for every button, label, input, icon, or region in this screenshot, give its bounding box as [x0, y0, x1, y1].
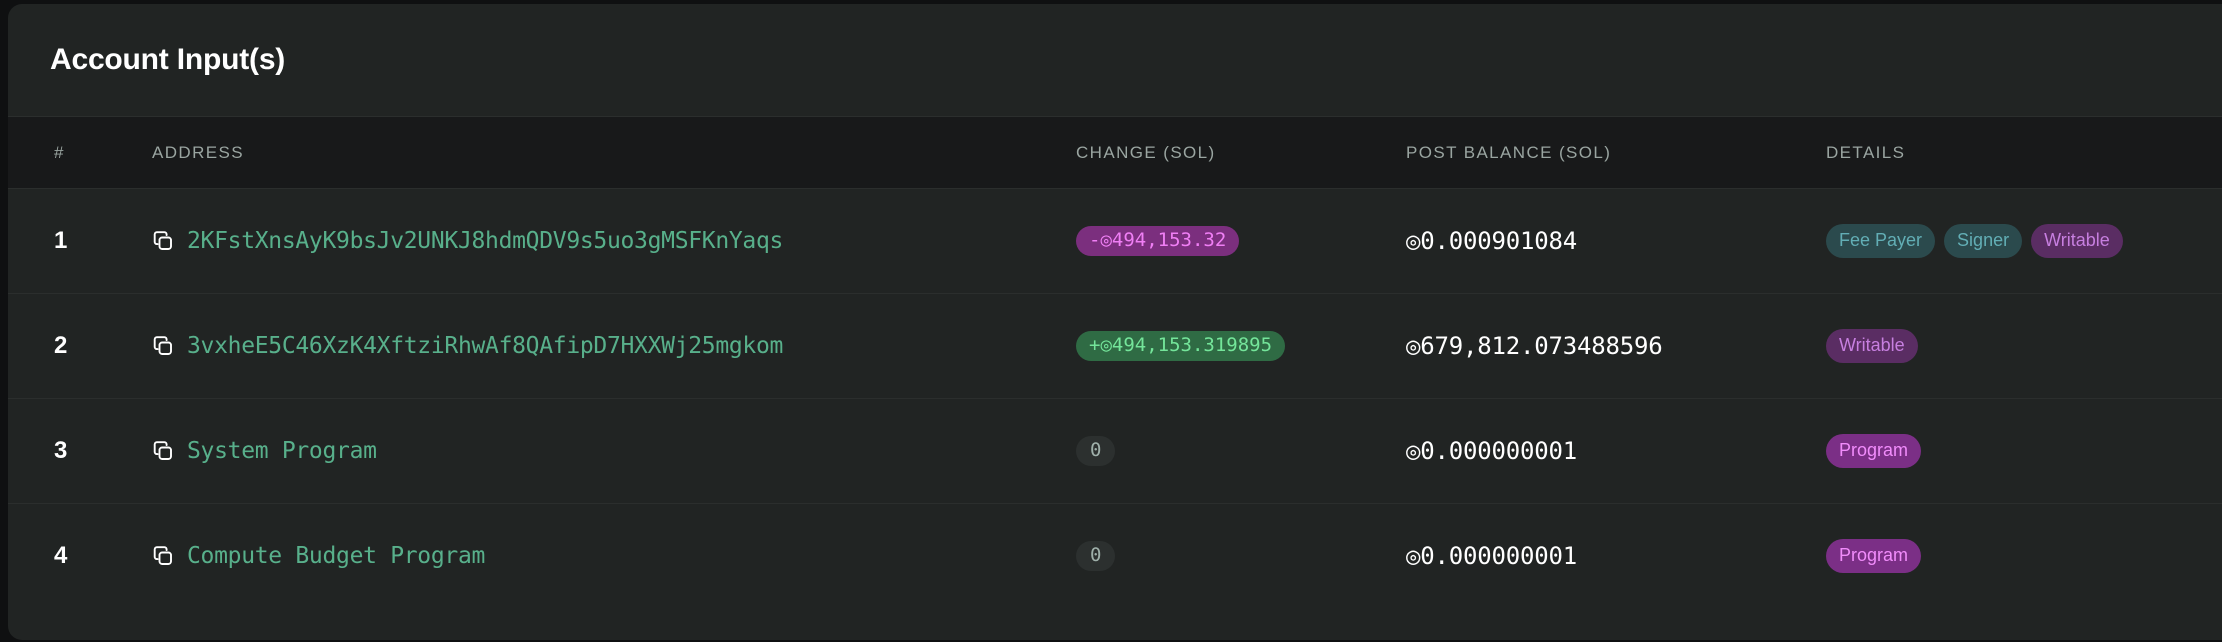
- details-wrapper: Program: [1826, 434, 2222, 468]
- details-wrapper: Program: [1826, 539, 2222, 574]
- change-badge: 0: [1076, 541, 1116, 572]
- post-balance-cell: ◎0.000901084: [1406, 189, 1826, 294]
- details-cell: Program: [1826, 399, 2222, 504]
- page-title: Account Input(s): [50, 43, 286, 76]
- post-balance-value: ◎679,812.073488596: [1406, 332, 1663, 360]
- change-badge: 0: [1076, 436, 1116, 466]
- status-badge: Signer: [1944, 224, 2023, 258]
- post-balance-cell: ◎0.000000001: [1406, 399, 1826, 504]
- address-link[interactable]: 2KFstXnsAyK9bsJv2UNKJ8hdmQDV9s5uo3gMSFKn…: [187, 228, 783, 254]
- copy-icon[interactable]: [152, 230, 174, 252]
- copy-icon[interactable]: [152, 545, 174, 567]
- column-header-change: CHANGE (SOL): [1076, 116, 1406, 189]
- account-inputs-table: # ADDRESS CHANGE (SOL) POST BALANCE (SOL…: [8, 116, 2222, 609]
- address-wrapper: 2KFstXnsAyK9bsJv2UNKJ8hdmQDV9s5uo3gMSFKn…: [152, 228, 1076, 254]
- post-balance-cell: ◎679,812.073488596: [1406, 294, 1826, 399]
- table-row: 4 Compute Budget Program 0 ◎0.000000001 Prog…: [8, 503, 2222, 609]
- post-balance-value: ◎0.000000001: [1406, 437, 1577, 465]
- post-balance-value: ◎0.000901084: [1406, 227, 1577, 255]
- table-body: 1 2KFstXnsAyK9bsJv2UNKJ8hdmQDV9s5uo3gMSFK…: [8, 188, 2222, 609]
- address-cell: System Program: [106, 399, 1076, 504]
- address-link[interactable]: 3vxheE5C46XzK4XftziRhwAf8QAfipD7HXXWj25m…: [187, 333, 783, 359]
- details-wrapper: Fee Payer Signer Writable: [1826, 224, 2222, 258]
- details-cell: Fee Payer Signer Writable: [1826, 189, 2222, 294]
- account-inputs-card: Account Input(s) # ADDRESS CHANGE (SOL) …: [8, 4, 2222, 640]
- column-header-details: DETAILS: [1826, 116, 2222, 189]
- table-row: 3 System Program 0 ◎0.000000001 Program: [8, 398, 2222, 504]
- status-badge: Writable: [1826, 329, 1918, 363]
- copy-icon[interactable]: [152, 335, 174, 357]
- row-index: 1: [54, 227, 68, 254]
- address-wrapper: 3vxheE5C46XzK4XftziRhwAf8QAfipD7HXXWj25m…: [152, 333, 1076, 359]
- address-link[interactable]: Compute Budget Program: [187, 543, 485, 569]
- post-balance-cell: ◎0.000000001: [1406, 504, 1826, 609]
- table-row: 2 3vxheE5C46XzK4XftziRhwAf8QAfipD7HXXWj25…: [8, 293, 2222, 399]
- address-cell: Compute Budget Program: [106, 504, 1076, 609]
- change-badge: -◎494,153.32: [1076, 226, 1240, 256]
- change-cell: -◎494,153.32: [1076, 189, 1406, 294]
- change-cell: 0: [1076, 504, 1406, 609]
- copy-icon[interactable]: [152, 440, 174, 462]
- change-cell: +◎494,153.319895: [1076, 294, 1406, 399]
- row-index: 2: [54, 332, 68, 359]
- details-cell: Writable: [1826, 294, 2222, 399]
- table-row: 1 2KFstXnsAyK9bsJv2UNKJ8hdmQDV9s5uo3gMSFK…: [8, 188, 2222, 294]
- post-balance-value: ◎0.000000001: [1406, 542, 1577, 571]
- address-cell: 2KFstXnsAyK9bsJv2UNKJ8hdmQDV9s5uo3gMSFKn…: [106, 189, 1076, 294]
- row-index: 3: [54, 437, 68, 464]
- address-cell: 3vxheE5C46XzK4XftziRhwAf8QAfipD7HXXWj25m…: [106, 294, 1076, 399]
- status-badge: Fee Payer: [1826, 224, 1936, 258]
- column-header-address: ADDRESS: [106, 116, 1076, 189]
- address-link[interactable]: System Program: [187, 438, 377, 464]
- table-header-row: # ADDRESS CHANGE (SOL) POST BALANCE (SOL…: [8, 116, 2222, 189]
- card-header: Account Input(s): [8, 4, 2222, 116]
- table-header: # ADDRESS CHANGE (SOL) POST BALANCE (SOL…: [8, 116, 2222, 189]
- status-badge: Program: [1826, 539, 1922, 574]
- address-wrapper: Compute Budget Program: [152, 543, 1076, 569]
- change-cell: 0: [1076, 399, 1406, 504]
- details-cell: Program: [1826, 504, 2222, 609]
- change-badge: +◎494,153.319895: [1076, 331, 1286, 361]
- status-badge: Program: [1826, 434, 1922, 468]
- column-header-post-balance: POST BALANCE (SOL): [1406, 116, 1826, 189]
- address-wrapper: System Program: [152, 438, 1076, 464]
- column-header-index: #: [8, 116, 106, 189]
- row-index: 4: [54, 542, 68, 570]
- status-badge: Writable: [2031, 224, 2123, 258]
- details-wrapper: Writable: [1826, 329, 2222, 363]
